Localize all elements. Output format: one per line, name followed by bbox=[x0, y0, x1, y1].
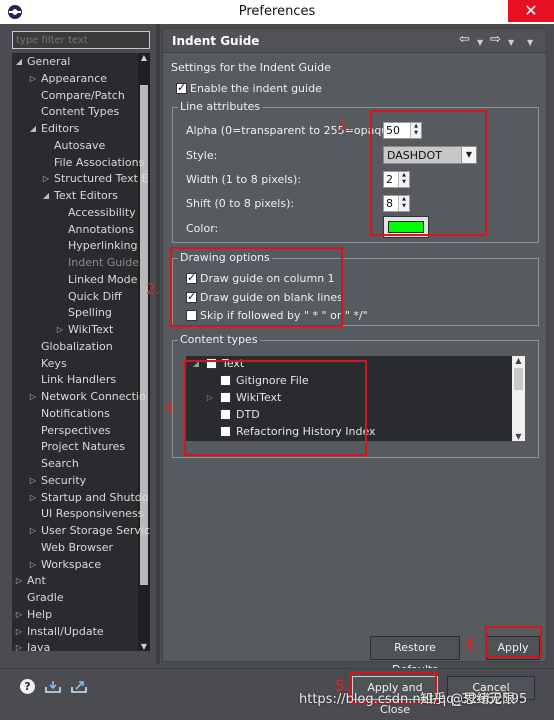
expand-icon[interactable]: ▷ bbox=[15, 607, 23, 623]
view-menu-icon[interactable]: ▼ bbox=[527, 36, 533, 50]
annotation-box-line-attributes bbox=[370, 110, 487, 236]
annotation-number-4: 4. bbox=[464, 635, 479, 653]
tree-item-label: Linked Mode bbox=[68, 272, 138, 286]
annotation-box-drawing-options bbox=[170, 247, 343, 327]
back-history-dropdown-icon[interactable]: ▼ bbox=[477, 36, 483, 50]
filter-input[interactable] bbox=[13, 32, 149, 48]
tree-item-label: Quick Diff bbox=[68, 289, 122, 303]
scroll-up-arrow-icon[interactable]: ▲ bbox=[138, 53, 150, 62]
tree-item-label: Accessibility bbox=[68, 205, 136, 219]
tree-item-label: Network Connectio bbox=[41, 390, 146, 403]
filter-field[interactable] bbox=[12, 31, 150, 49]
tree-item-label: Indent Guide bbox=[68, 256, 140, 269]
annotation-number-3: 3. bbox=[163, 398, 178, 416]
tree-item-label: Editors bbox=[41, 122, 80, 135]
tree-item-label: Spelling bbox=[68, 306, 112, 320]
tree-item-label: Link Handlers bbox=[41, 373, 117, 387]
tree-item-label: Project Natures bbox=[41, 440, 126, 454]
tree-item-label: UI Responsiveness bbox=[41, 507, 144, 521]
tree-item-label: Compare/Patch bbox=[41, 88, 125, 102]
expand-icon[interactable]: ▷ bbox=[29, 473, 37, 489]
page-header: Indent Guide ⇦ ▼ ⇨ ▼ ▼ bbox=[163, 29, 546, 53]
tree-item-label: Java bbox=[27, 641, 51, 651]
forward-history-dropdown-icon[interactable]: ▼ bbox=[508, 36, 514, 50]
tree-item-label: Security bbox=[41, 473, 87, 487]
tree-item-label: WikiText bbox=[68, 323, 114, 336]
splitter-sash[interactable] bbox=[156, 24, 160, 664]
expand-icon[interactable]: ▷ bbox=[42, 171, 50, 187]
tree-item-label: Install/Update bbox=[27, 624, 104, 638]
export-icon[interactable] bbox=[70, 679, 88, 694]
collapse-icon[interactable]: ◢ bbox=[29, 121, 37, 137]
expand-icon[interactable]: ▷ bbox=[29, 490, 37, 506]
content-types-legend: Content types bbox=[178, 333, 260, 346]
tree-item-label: Web Browser bbox=[41, 540, 114, 554]
title-bar: Preferences ✕ bbox=[0, 0, 554, 24]
annotation-box-content-types bbox=[184, 360, 367, 456]
expand-icon[interactable]: ▷ bbox=[29, 71, 37, 87]
expand-icon[interactable]: ▷ bbox=[56, 322, 64, 338]
tree-item-label: Perspectives bbox=[41, 423, 111, 437]
tree-item-label: File Associations bbox=[54, 155, 145, 169]
shift-label: Shift (0 to 8 pixels): bbox=[186, 197, 295, 210]
tree-item-label: Ant bbox=[27, 574, 46, 588]
back-arrow-icon[interactable]: ⇦ bbox=[459, 33, 470, 47]
import-icon[interactable] bbox=[44, 679, 62, 694]
tree-item-label: User Storage Servic bbox=[41, 524, 150, 537]
content-types-scrollbar[interactable]: ▲ ▼ bbox=[512, 356, 525, 441]
tree-item-label: Search bbox=[41, 457, 79, 470]
scroll-up-arrow-icon[interactable]: ▲ bbox=[512, 356, 525, 365]
tree-item-label: Text Editors bbox=[54, 189, 119, 202]
indent-guide-page: Indent Guide ⇦ ▼ ⇨ ▼ ▼ Settings for the … bbox=[162, 28, 547, 676]
tree-item-label: Help bbox=[27, 607, 53, 621]
tree-item-label: Notifications bbox=[41, 406, 110, 420]
annotation-number-2: 2. bbox=[146, 280, 161, 298]
tree-item-label: Workspace bbox=[41, 557, 102, 571]
tree-item-label: General bbox=[27, 55, 71, 68]
tree-item-label: Hyperlinking bbox=[68, 239, 138, 253]
style-label: Style: bbox=[186, 149, 218, 162]
tree-item-label: Gradle bbox=[27, 591, 64, 604]
expand-icon[interactable]: ▷ bbox=[15, 573, 23, 589]
tree-item-label: Structured Text E bbox=[54, 172, 149, 186]
enable-indent-guide-checkbox[interactable] bbox=[176, 81, 187, 94]
tree-scrollbar[interactable]: ▲ ▼ bbox=[138, 53, 150, 651]
tree-item-label: Annotations bbox=[68, 222, 135, 236]
expand-icon[interactable]: ▷ bbox=[15, 624, 23, 640]
watermark-brand: 知乎 @思绪无限 bbox=[420, 692, 516, 707]
color-label: Color: bbox=[186, 222, 219, 235]
expand-icon[interactable]: ▷ bbox=[15, 640, 23, 651]
tree-item-label: Autosave bbox=[54, 138, 106, 152]
window-title: Preferences bbox=[238, 4, 316, 19]
collapse-icon[interactable]: ◢ bbox=[15, 54, 23, 70]
restore-defaults-button[interactable]: Restore Defaults bbox=[370, 636, 460, 676]
collapse-icon[interactable]: ◢ bbox=[42, 188, 50, 204]
tree-item-label: Keys bbox=[41, 356, 67, 370]
help-icon[interactable]: ? bbox=[20, 679, 35, 694]
annotation-box-apply bbox=[485, 626, 542, 657]
line-attributes-legend: Line attributes bbox=[178, 100, 263, 113]
scroll-down-arrow-icon[interactable]: ▼ bbox=[138, 642, 150, 651]
scroll-down-arrow-icon[interactable]: ▼ bbox=[512, 432, 525, 441]
annotation-number-1: 1. bbox=[338, 116, 353, 134]
expand-icon[interactable]: ▷ bbox=[29, 523, 37, 539]
tree-item-label: Startup and Shutdo bbox=[41, 490, 149, 504]
tree-item-label: Globalization bbox=[41, 339, 113, 353]
close-button[interactable]: ✕ bbox=[508, 0, 554, 22]
expand-icon[interactable]: ▷ bbox=[29, 389, 37, 405]
tree-item-label: Content Types bbox=[41, 105, 120, 119]
expand-icon[interactable]: ▷ bbox=[29, 557, 37, 573]
tree-item-label: Appearance bbox=[41, 71, 108, 85]
preference-tree: ▲ ▼ ◢ General ▷ Appearance Compare/Patch Cont… bbox=[12, 53, 150, 651]
enable-indent-guide-label: Enable the indent guide bbox=[190, 82, 322, 95]
page-description: Settings for the Indent Guide bbox=[171, 61, 331, 74]
forward-arrow-icon[interactable]: ⇨ bbox=[490, 33, 501, 47]
content-types-scroll-thumb[interactable] bbox=[514, 368, 523, 390]
width-label: Width (1 to 8 pixels): bbox=[186, 173, 302, 186]
page-title: Indent Guide bbox=[172, 34, 260, 48]
